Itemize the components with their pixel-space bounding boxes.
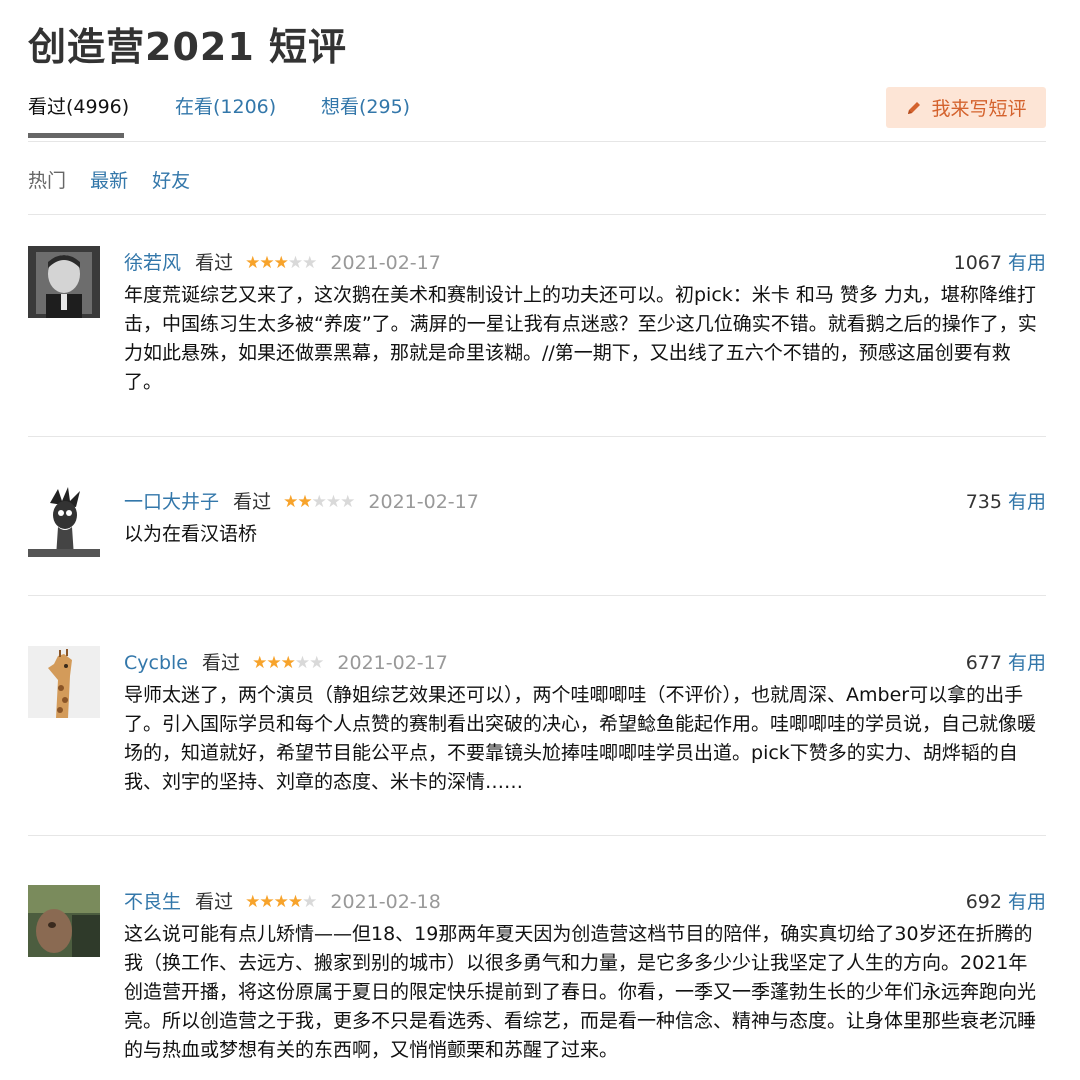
comment-header: 一口大井子 看过 ★★★★★ 2021-02-17 735 有用 [124,487,1046,515]
watch-status: 看过 [202,652,241,674]
avatar[interactable] [28,246,100,318]
star-icon: ★ [280,653,296,673]
sort-tabs: 热门 最新 好友 [28,166,208,193]
write-review-button[interactable]: 我来写短评 [886,87,1046,128]
tab-watched[interactable]: 看过(4996) [28,92,129,119]
star-icon: ★ [245,892,260,912]
star-icon: ★ [259,892,274,912]
star-icon: ★ [283,492,298,512]
comment-text: 导师太迷了，两个演员（静姐综艺效果还可以），两个哇唧唧哇（不评价），也就周深、A… [124,684,1037,793]
star-icon: ★ [287,892,303,912]
write-review-label: 我来写短评 [931,98,1027,120]
vote-area: 677 有用 [966,648,1046,675]
username-link[interactable]: 一口大井子 [124,491,219,513]
comment-text: 这么说可能有点儿矫情——但18、19那两年夏天因为创造营这档节目的陪伴，确实真切… [124,923,1037,1061]
comment-date: 2021-02-18 [330,891,441,913]
sort-latest[interactable]: 最新 [90,170,128,192]
comment-divider [28,595,1046,596]
sort-friends[interactable]: 好友 [152,170,190,192]
star-icon: ★ [325,492,341,512]
sort-hot[interactable]: 热门 [28,170,66,192]
star-icon: ★ [294,653,310,673]
comments-page: 创造营2021 短评 看过(4996) 在看(1206) 想看(295) 我来写… [0,0,1080,1080]
rating-stars: ★★★★★ [283,492,355,512]
vote-count: 735 [965,491,1002,513]
tab-want-to-watch[interactable]: 想看(295) [321,92,410,119]
comment-date: 2021-02-17 [337,652,448,674]
active-tab-underline [28,133,124,138]
vote-count: 1067 [953,252,1002,274]
star-icon: ★ [287,253,303,273]
comment-date: 2021-02-17 [330,252,441,274]
star-icon: ★ [259,253,274,273]
watch-status: 看过 [195,891,234,913]
vote-area: 735 有用 [966,487,1046,514]
star-icon: ★ [340,492,355,512]
useful-button[interactable]: 有用 [1008,891,1046,913]
comment-header: 徐若风 看过 ★★★★★ 2021-02-17 1067 有用 [124,248,1046,276]
useful-button[interactable]: 有用 [1008,252,1046,274]
vote-area: 1067 有用 [954,248,1046,275]
vote-count: 692 [965,891,1002,913]
rating-stars: ★★★★★ [245,253,317,273]
comment-date: 2021-02-17 [368,491,479,513]
avatar[interactable] [28,485,100,557]
star-icon: ★ [311,492,327,512]
watch-status: 看过 [233,491,272,513]
star-icon: ★ [273,253,289,273]
avatar[interactable] [28,646,100,718]
comment-header: Cycble 看过 ★★★★★ 2021-02-17 677 有用 [124,648,1046,676]
username-link[interactable]: Cycble [124,652,188,674]
comment-divider [28,436,1046,437]
comment-text: 年度荒诞综艺又来了，这次鹅在美术和赛制设计上的功夫还可以。初pick：米卡 和马… [124,284,1037,393]
comment-divider [28,835,1046,836]
sort-divider [28,214,1046,215]
star-icon: ★ [245,253,260,273]
avatar[interactable] [28,885,100,957]
vote-count: 677 [965,652,1002,674]
username-link[interactable]: 徐若风 [124,252,181,274]
page-title: 创造营2021 短评 [28,25,347,69]
star-icon: ★ [297,492,312,512]
comment-header: 不良生 看过 ★★★★★ 2021-02-18 692 有用 [124,887,1046,915]
star-icon: ★ [273,892,289,912]
username-link[interactable]: 不良生 [124,891,181,913]
tabs-divider [28,141,1046,142]
star-icon: ★ [266,653,281,673]
vote-area: 692 有用 [966,887,1046,914]
watch-status: 看过 [195,252,234,274]
star-icon: ★ [309,653,324,673]
useful-button[interactable]: 有用 [1008,652,1046,674]
rating-stars: ★★★★★ [252,653,324,673]
star-icon: ★ [302,892,317,912]
tab-watching[interactable]: 在看(1206) [175,92,276,119]
rating-stars: ★★★★★ [245,892,317,912]
pencil-icon [905,99,923,117]
star-icon: ★ [302,253,317,273]
comment-text: 以为在看汉语桥 [124,523,258,545]
useful-button[interactable]: 有用 [1008,491,1046,513]
star-icon: ★ [252,653,267,673]
